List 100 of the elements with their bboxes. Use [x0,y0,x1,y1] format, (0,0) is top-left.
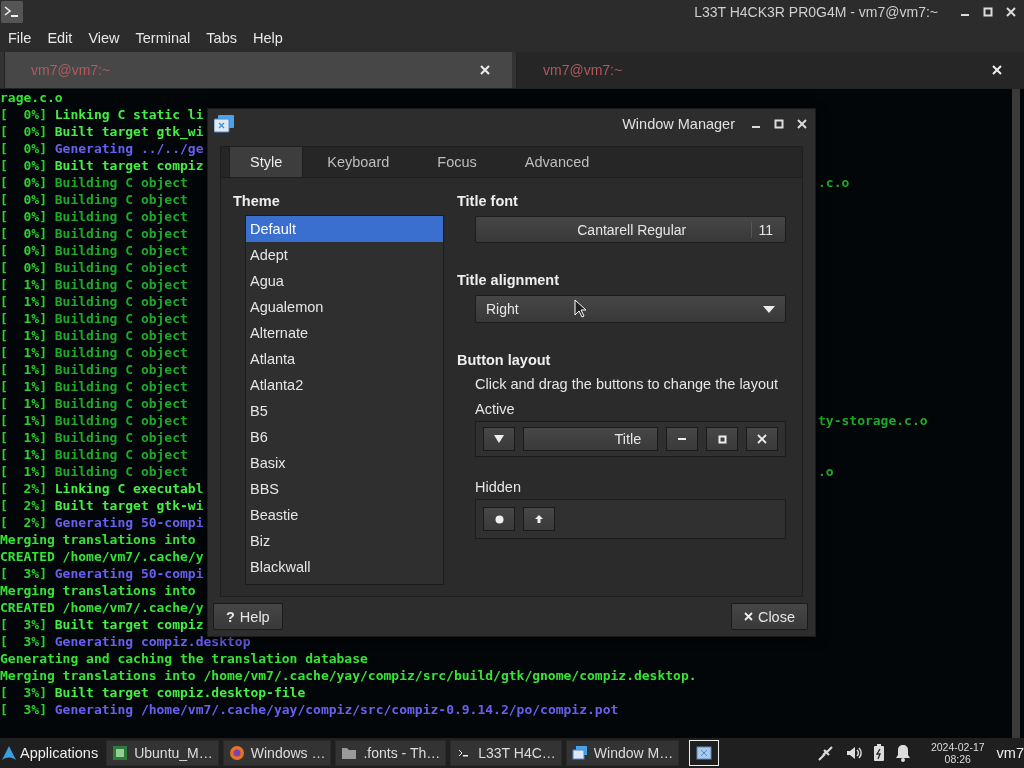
task-button[interactable]: L33T H4C… [450,740,562,766]
terminal-text: Building C object [54,208,188,225]
terminal-text: Merging translations into [0,582,196,599]
tab-label: vm7@vm7:~ [543,62,623,78]
mouse-pointer-icon [574,299,586,318]
menu-item[interactable]: Edit [47,30,81,46]
menu-item[interactable]: Help [253,30,291,46]
terminal-text: Merging translations into /home/vm7/.cache/yay/compiz/src/build/gtk/gnome/compiz.desktop. [0,667,697,684]
tab[interactable]: Advanced [500,147,614,177]
list-item[interactable]: BBS [246,476,443,502]
terminal-text: [ 3%] [0,684,48,701]
help-button[interactable]: ? Help [213,603,283,630]
list-item[interactable]: Agua [246,268,443,294]
font-size: 11 [751,221,785,238]
applications-menu[interactable]: Applications [0,745,103,761]
menu-item[interactable]: View [88,30,128,46]
scrollbar[interactable] [1012,89,1020,738]
task-button[interactable]: Window M… [565,740,680,766]
terminal-text: [ 1%] [0,463,48,480]
list-item[interactable]: Blackwall [246,554,443,580]
terminal-text: CREATED /home/vm7/.cache/y [0,548,204,565]
title-slot[interactable]: Title [522,427,659,451]
hint-text: Click and drag the buttons to change the layout [475,375,780,394]
terminal-text: [ 0%] [0,242,48,259]
tab[interactable]: Focus [413,147,501,177]
section-heading: Theme [233,192,281,211]
terminal-text: Building C object [54,429,188,446]
close-button[interactable]: Close [730,603,808,630]
list-item[interactable]: Basix [246,450,443,476]
terminal-text: Generating and caching the translation database [0,650,368,667]
workspace-button[interactable] [689,740,720,766]
terminal-text: [ 3%] [0,633,48,650]
terminal-text: .o [818,463,834,480]
terminal-text: [ 0%] [0,208,48,225]
terminal-text: [ 0%] [0,157,48,174]
list-item[interactable]: Alternate [246,320,443,346]
up-arrow-button[interactable] [523,507,555,531]
terminal-text: [ 0%] [0,106,48,123]
window-title: Window Manager [622,116,735,132]
maximize-button[interactable] [706,427,739,451]
terminal-text: [ 2%] [0,514,48,531]
terminal-text: [ 0%] [0,259,48,276]
list-item[interactable]: Atlanta2 [246,372,443,398]
bell-icon[interactable] [894,744,911,762]
maximize-icon[interactable] [983,7,993,17]
task-button[interactable]: .fonts - Th… [335,740,447,766]
terminal-text: ty-storage.c.o [818,412,928,429]
terminal-text: Building C object [54,191,188,208]
menu-item[interactable]: Tabs [206,30,245,46]
list-item[interactable]: Default [246,216,443,242]
triangle-icon [492,433,505,445]
clock-time: 08:26 [944,753,971,765]
window-title: L33T H4CK3R PR0G4M - vm7@vm7:~ [694,4,938,20]
alignment-dropdown[interactable]: Right [475,295,786,323]
terminal-icon [1,1,23,23]
list-item[interactable]: Biz [246,528,443,554]
menu-item[interactable]: Terminal [135,30,199,46]
close-icon[interactable] [1006,7,1016,17]
battery-icon[interactable] [872,744,885,762]
terminal-text: Building C object [54,242,188,259]
list-item[interactable]: B5 [246,398,443,424]
close-icon [757,434,768,444]
task-button[interactable]: Ubuntu_M… [106,740,219,766]
menu-item[interactable]: File [8,30,40,46]
list-item[interactable]: Atlanta [246,346,443,372]
spreadsheet-icon [112,745,129,761]
terminal-text: [ 0%] [0,225,48,242]
maximize-icon[interactable] [774,119,784,129]
dot-button[interactable] [483,507,515,531]
user-name[interactable]: vm7 [996,745,1024,761]
terminal-text: [ 1%] [0,276,48,293]
task-button[interactable]: Windows … [222,740,332,766]
terminal-text: [ 1%] [0,412,48,429]
browser-icon [228,745,245,761]
tab[interactable]: Style [229,147,304,177]
terminal-text: Building C object [54,446,188,463]
font-button[interactable]: Cantarell Regular 11 [475,216,786,243]
triangle-button[interactable] [483,427,515,451]
list-item[interactable]: B6 [246,424,443,450]
terminal-text: [ 0%] [0,123,48,140]
tab[interactable]: Keyboard [303,147,414,177]
plug-icon[interactable] [816,744,835,762]
volume-icon[interactable] [844,744,863,762]
close-button[interactable] [746,427,778,451]
close-icon[interactable] [797,119,807,129]
terminal-text: [ 2%] [0,480,48,497]
close-icon[interactable] [480,65,490,75]
list-item[interactable]: Agualemon [246,294,443,320]
minimize-button[interactable] [666,427,699,451]
terminal-text: Linking C static li [54,106,204,123]
folder-icon [341,745,358,761]
list-item[interactable]: Beastie [246,502,443,528]
terminal-text: [ 3%] [0,565,48,582]
help-icon: ? [226,608,235,625]
clock-date: 2024-02-17 [930,741,985,753]
tab-label: vm7@vm7:~ [31,62,111,78]
list-item[interactable]: Adept [246,242,443,268]
maximize-icon [717,434,727,444]
arch-logo-icon [2,746,16,760]
close-icon[interactable] [992,65,1002,75]
